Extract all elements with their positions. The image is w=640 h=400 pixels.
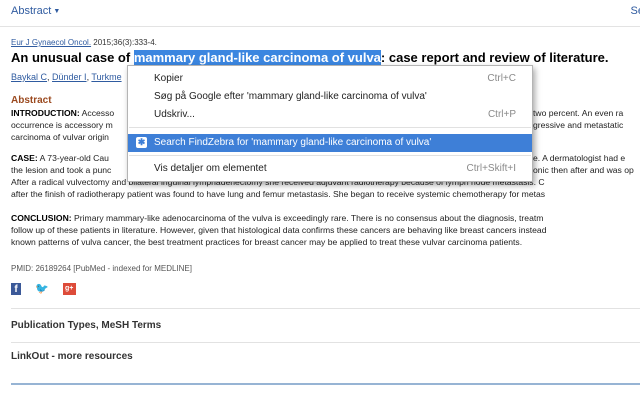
menu-item-label: Search FindZebra for 'mammary gland-like… [154,137,432,148]
menu-item-label: Søg på Google efter 'mammary gland-like … [154,91,427,102]
citation-details: 2015;36(3):333-4. [91,38,157,47]
divider [11,342,640,343]
findzebra-extension-icon: ✱ [136,137,147,148]
menu-item-search-google[interactable]: Søg på Google efter 'mammary gland-like … [128,88,532,106]
conclusion-line-2: follow up of these patients in literatur… [11,225,547,235]
title-selected-text[interactable]: mammary gland-like carcinoma of vulva [133,50,381,65]
menu-separator [129,155,531,156]
intro-line-3: carcinoma of vulvar origin [11,132,109,142]
conclusion-line-1: CONCLUSION: Primary mammary-like adenoca… [11,212,543,224]
context-menu: Kopier Ctrl+C Søg på Google efter 'mamma… [127,65,533,182]
menu-item-inspect-element[interactable]: Vis detaljer om elementet Ctrl+Skift+I [128,160,532,178]
intro-right-2: gressive and metastatic [533,120,624,130]
intro-right-1: two percent. An even ra [533,108,624,118]
abstract-heading: Abstract [11,95,52,106]
case-right-1: e. A dermatologist had e [533,153,626,163]
menu-separator [129,127,531,128]
menu-item-label: Vis detaljer om elementet [154,163,267,174]
pmid-line: PMID: 26189264 [PubMed - indexed for MED… [11,264,192,273]
divider [11,308,640,309]
abstract-format-dropdown[interactable]: Abstract ▼ [11,5,60,17]
menu-item-shortcut: Ctrl+Skift+I [466,163,516,174]
author-link[interactable]: Turkme [91,72,121,82]
conclusion-label: CONCLUSION: [11,213,72,223]
bottom-bar [11,383,640,385]
menu-item-label: Kopier [154,73,183,84]
intro-label: INTRODUCTION: [11,108,80,118]
article-title: An unusual case of mammary gland-like ca… [11,50,609,65]
case-text: A 73-year-old Cau [37,153,109,163]
intro-line-2: occurrence is accessory m [11,120,113,130]
publication-types-section[interactable]: Publication Types, MeSH Terms [11,320,161,331]
menu-item-copy[interactable]: Kopier Ctrl+C [128,70,532,88]
case-line-1: CASE: A 73-year-old Cau [11,152,109,164]
menu-item-shortcut: Ctrl+C [487,73,516,84]
intro-text: Accesso [81,108,115,118]
menu-item-search-findzebra[interactable]: ✱ Search FindZebra for 'mammary gland-li… [128,134,532,152]
linkout-section[interactable]: LinkOut - more resources [11,351,133,362]
abstract-dropdown-label[interactable]: Abstract [11,5,51,17]
citation: Eur J Gynaecol Oncol. 2015;36(3):333-4. [11,38,157,47]
conclusion-text: Primary mammary-like adenocarcinoma of t… [71,213,544,223]
send-to-link[interactable]: Se [631,5,640,17]
title-suffix: : case report and review of literature. [380,50,609,65]
twitter-icon[interactable]: 🐦 [35,282,49,295]
title-prefix: An unusual case of [11,50,134,65]
intro-line-1: INTRODUCTION: Accesso [11,107,114,119]
google-plus-icon[interactable]: g+ [62,282,76,295]
case-line-4: after the finish of radiotherapy patient… [11,189,546,199]
case-right-2: onic then after and was op [533,165,634,175]
conclusion-line-3: known patterns of vulva cancer, the best… [11,237,523,247]
top-bar: Abstract▼ Se [0,0,640,27]
journal-link[interactable]: Eur J Gynaecol Oncol. [11,38,91,47]
caret-down-icon: ▼ [53,8,61,15]
social-share: f 🐦 g+ [11,280,90,295]
author-link[interactable]: Baykal C [11,72,47,82]
menu-item-shortcut: Ctrl+P [487,109,516,120]
author-link[interactable]: Dünder I [52,72,87,82]
case-line-2: the lesion and took a punc [11,165,112,175]
facebook-icon[interactable]: f [11,282,21,295]
case-label: CASE: [11,153,38,163]
author-list: Baykal C, Dünder I, Turkme [11,72,122,82]
menu-item-print[interactable]: Udskriv... Ctrl+P [128,106,532,124]
menu-item-label: Udskriv... [154,109,195,120]
